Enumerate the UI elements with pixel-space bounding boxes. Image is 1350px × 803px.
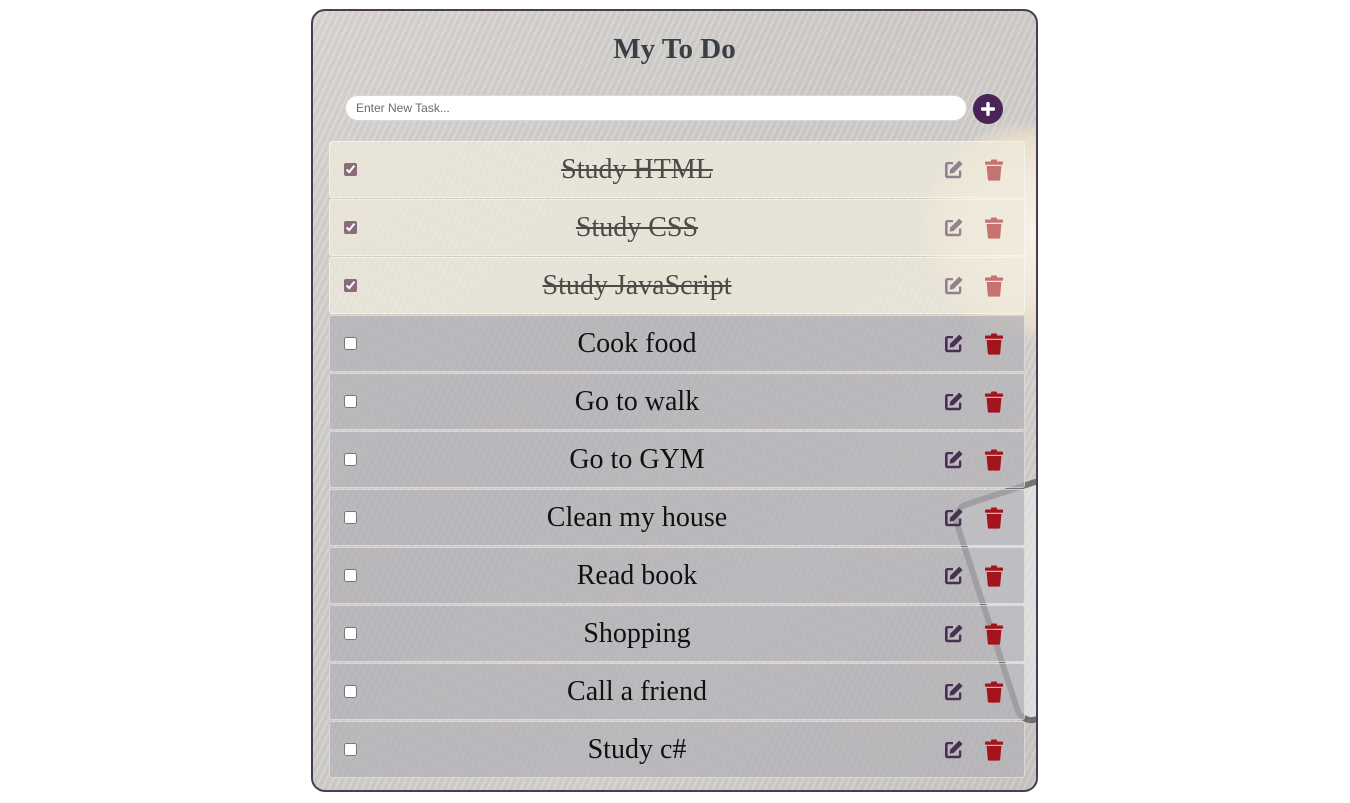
trash-icon [985, 681, 1003, 703]
edit-icon [945, 392, 963, 411]
task-checkbox[interactable] [344, 453, 357, 466]
task-item: Go to walk [329, 373, 1025, 430]
edit-icon [945, 508, 963, 527]
task-checkbox[interactable] [344, 743, 357, 756]
new-task-input[interactable] [345, 95, 967, 121]
task-item: Study CSS [329, 199, 1025, 256]
delete-task-button[interactable] [983, 332, 1005, 356]
task-label: Read book [576, 560, 698, 591]
task-checkbox[interactable] [344, 395, 357, 408]
trash-icon [985, 739, 1003, 761]
task-checkbox[interactable] [344, 569, 357, 582]
task-checkbox[interactable] [344, 511, 357, 524]
task-item: Study JavaScript [329, 257, 1025, 314]
task-checkbox[interactable] [344, 685, 357, 698]
trash-icon [985, 333, 1003, 355]
task-item: Read book [329, 547, 1025, 604]
task-list: Study HTML Study CSS Study JavaScript Cook … [329, 141, 1025, 779]
edit-task-button[interactable] [941, 158, 965, 182]
delete-task-button[interactable] [983, 158, 1005, 182]
task-label: Study HTML [561, 154, 713, 185]
todo-app: My To Do Study HTML Study CSS Study JavaSc… [311, 9, 1038, 792]
add-task-button[interactable] [973, 94, 1003, 124]
trash-icon [985, 159, 1003, 181]
delete-task-button[interactable] [983, 738, 1005, 762]
new-task-row [345, 94, 1005, 124]
delete-task-button[interactable] [983, 506, 1005, 530]
delete-task-button[interactable] [983, 622, 1005, 646]
plus-circle-icon [981, 102, 995, 116]
task-label: Go to walk [574, 386, 700, 417]
trash-icon [985, 565, 1003, 587]
delete-task-button[interactable] [983, 448, 1005, 472]
trash-icon [985, 275, 1003, 297]
edit-task-button[interactable] [941, 332, 965, 356]
edit-icon [945, 566, 963, 585]
trash-icon [985, 623, 1003, 645]
task-checkbox[interactable] [344, 627, 357, 640]
edit-icon [945, 624, 963, 643]
task-item: Study c# [329, 721, 1025, 778]
task-item: Call a friend [329, 663, 1025, 720]
edit-task-button[interactable] [941, 274, 965, 298]
edit-icon [945, 334, 963, 353]
task-label: Shopping [583, 618, 691, 649]
task-label: Call a friend [567, 676, 707, 707]
delete-task-button[interactable] [983, 564, 1005, 588]
task-checkbox[interactable] [344, 337, 357, 350]
trash-icon [985, 449, 1003, 471]
task-item: Study HTML [329, 141, 1025, 198]
edit-icon [945, 218, 963, 237]
task-label: Study JavaScript [542, 270, 732, 301]
edit-task-button[interactable] [941, 506, 965, 530]
app-title: My To Do [613, 33, 736, 65]
delete-task-button[interactable] [983, 390, 1005, 414]
task-label: Study c# [587, 734, 687, 765]
edit-task-button[interactable] [941, 390, 965, 414]
edit-task-button[interactable] [941, 448, 965, 472]
trash-icon [985, 391, 1003, 413]
delete-task-button[interactable] [983, 216, 1005, 240]
edit-icon [945, 276, 963, 295]
edit-icon [945, 682, 963, 701]
edit-task-button[interactable] [941, 738, 965, 762]
edit-task-button[interactable] [941, 216, 965, 240]
task-checkbox[interactable] [344, 221, 357, 234]
edit-icon [945, 740, 963, 759]
edit-task-button[interactable] [941, 564, 965, 588]
task-item: Cook food [329, 315, 1025, 372]
delete-task-button[interactable] [983, 680, 1005, 704]
task-label: Clean my house [546, 502, 728, 533]
edit-task-button[interactable] [941, 622, 965, 646]
task-label: Go to GYM [569, 444, 705, 475]
edit-icon [945, 160, 963, 179]
delete-task-button[interactable] [983, 274, 1005, 298]
task-checkbox[interactable] [344, 163, 357, 176]
edit-icon [945, 450, 963, 469]
task-item: Shopping [329, 605, 1025, 662]
trash-icon [985, 507, 1003, 529]
task-item: Clean my house [329, 489, 1025, 546]
trash-icon [985, 217, 1003, 239]
task-item: Go to GYM [329, 431, 1025, 488]
task-checkbox[interactable] [344, 279, 357, 292]
task-label: Cook food [577, 328, 697, 359]
edit-task-button[interactable] [941, 680, 965, 704]
task-label: Study CSS [575, 212, 699, 243]
